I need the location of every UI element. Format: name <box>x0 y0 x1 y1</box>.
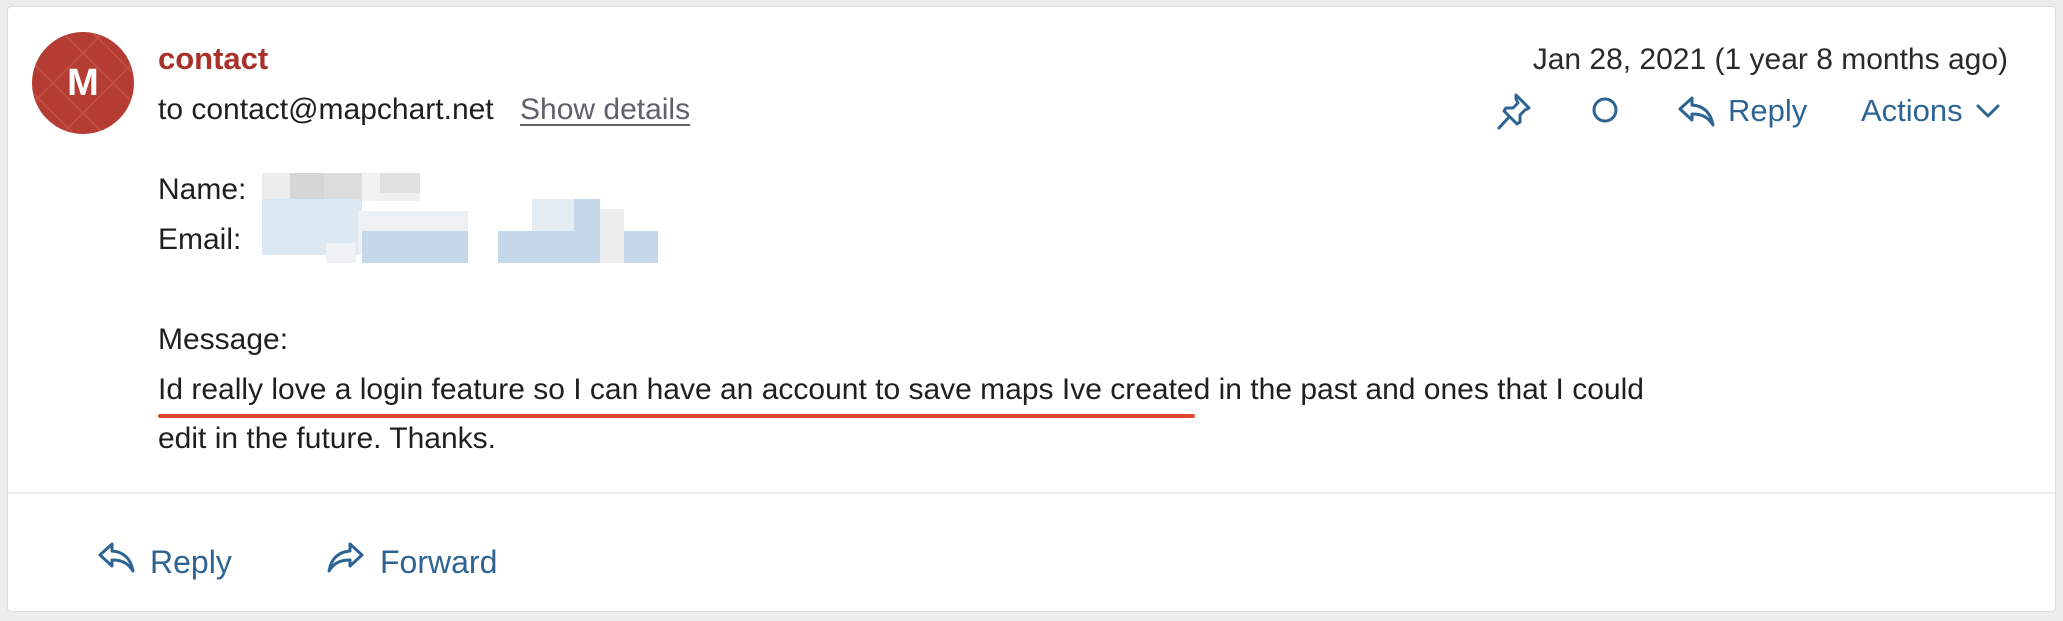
message-date: Jan 28, 2021 (1 year 8 months ago) <box>1533 43 2008 77</box>
reply-button-top[interactable]: Reply <box>1676 93 1807 129</box>
forward-button[interactable]: Forward <box>326 540 497 584</box>
reply-label: Reply <box>1728 93 1808 128</box>
message-line-1: Id really love a login feature so I can … <box>158 373 1644 406</box>
avatar-letter: M <box>67 62 99 104</box>
email-message-card: M contact to contact@mapchart.net Show d… <box>7 6 2056 612</box>
footer-forward-label: Forward <box>380 543 498 580</box>
reply-button[interactable]: Reply <box>96 540 232 584</box>
footer-divider <box>8 492 2055 494</box>
annotation-underline <box>158 414 1195 418</box>
recipient-prefix: to <box>158 93 184 126</box>
sender-name[interactable]: contact <box>158 41 268 77</box>
redacted-email <box>262 179 682 274</box>
circle-icon <box>1590 95 1620 125</box>
name-label: Name: <box>158 173 247 206</box>
chevron-down-icon <box>1975 102 2001 120</box>
reply-icon <box>1676 94 1716 128</box>
sender-avatar: M <box>32 32 134 134</box>
date-absolute: Jan 28, 2021 <box>1532 43 1707 76</box>
mark-unread-button[interactable] <box>1590 95 1620 125</box>
actions-label: Actions <box>1861 93 1963 128</box>
footer-reply-label: Reply <box>150 543 232 580</box>
reply-icon <box>96 540 136 584</box>
message-label: Message: <box>158 323 289 356</box>
forward-icon <box>326 540 366 584</box>
actions-dropdown[interactable]: Actions <box>1861 93 2001 129</box>
pin-icon <box>1494 90 1534 134</box>
email-label: Email: <box>158 223 242 256</box>
recipient-address: contact@mapchart.net <box>191 93 494 126</box>
message-line-2: edit in the future. Thanks. <box>158 422 496 455</box>
show-details-link[interactable]: Show details <box>520 93 690 126</box>
recipient-line: to contact@mapchart.net Show details <box>158 93 690 127</box>
pin-button[interactable] <box>1494 90 1534 134</box>
date-relative: (1 year 8 months ago) <box>1714 43 2008 76</box>
